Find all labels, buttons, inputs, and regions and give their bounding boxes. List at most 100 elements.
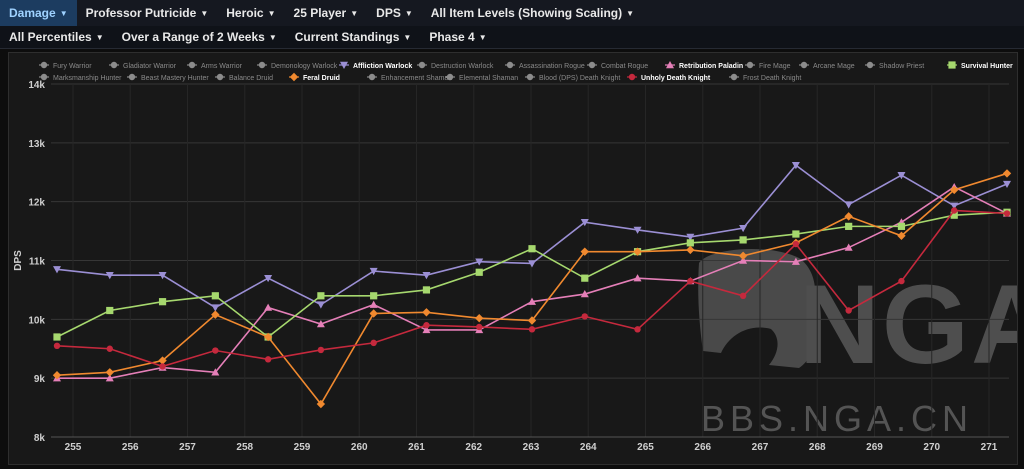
- data-point-feral-druid[interactable]: [686, 245, 695, 255]
- data-point-survival-hunter[interactable]: [686, 239, 694, 247]
- data-point-affliction-warlock[interactable]: [264, 274, 273, 283]
- data-point-unholy-death-knight[interactable]: [370, 339, 377, 347]
- legend-marker[interactable]: [730, 73, 738, 81]
- data-point-survival-hunter[interactable]: [581, 274, 589, 282]
- data-point-survival-hunter[interactable]: [317, 292, 325, 300]
- data-point-feral-druid[interactable]: [844, 212, 853, 221]
- legend-item-marksmanship-hunter[interactable]: Marksmanship Hunter: [53, 75, 122, 82]
- data-point-unholy-death-knight[interactable]: [53, 342, 61, 350]
- legend-item-arcane-mage[interactable]: Arcane Mage: [813, 63, 855, 70]
- data-point-unholy-death-knight[interactable]: [581, 313, 588, 320]
- legend-item-feral-druid[interactable]: Feral Druid: [303, 75, 340, 82]
- legend-item-demonology-warlock[interactable]: Demonology Warlock: [271, 63, 338, 70]
- data-point-unholy-death-knight[interactable]: [845, 307, 852, 314]
- data-point-feral-druid[interactable]: [369, 309, 378, 318]
- dropdown-25-player[interactable]: 25 Player ▼: [285, 0, 368, 26]
- data-point-feral-druid[interactable]: [475, 313, 484, 323]
- data-point-retribution-paladin[interactable]: [264, 303, 273, 311]
- dropdown-damage[interactable]: Damage ▼: [0, 0, 77, 26]
- data-point-unholy-death-knight[interactable]: [739, 292, 747, 299]
- legend-item-elemental-shaman[interactable]: Elemental Shaman: [459, 75, 518, 82]
- data-point-survival-hunter[interactable]: [53, 333, 61, 341]
- legend-marker[interactable]: [40, 61, 48, 69]
- legend-marker[interactable]: [128, 73, 136, 81]
- legend-marker[interactable]: [216, 73, 224, 81]
- dropdown-all-item-levels-showing-scaling[interactable]: All Item Levels (Showing Scaling) ▼: [422, 0, 643, 26]
- data-point-survival-hunter[interactable]: [897, 222, 906, 230]
- data-point-unholy-death-knight[interactable]: [423, 322, 430, 329]
- dropdown-dps[interactable]: DPS ▼: [367, 0, 422, 26]
- legend-marker[interactable]: [188, 61, 196, 69]
- filter-all-percentiles[interactable]: All Percentiles ▼: [0, 26, 113, 48]
- data-point-unholy-death-knight[interactable]: [317, 346, 325, 354]
- legend-marker[interactable]: [588, 61, 596, 69]
- legend-marker[interactable]: [506, 61, 514, 69]
- filter-over-a-range-of-2-weeks[interactable]: Over a Range of 2 Weeks ▼: [113, 26, 286, 48]
- legend-marker[interactable]: [418, 61, 426, 69]
- legend-marker[interactable]: [866, 61, 874, 69]
- data-point-unholy-death-knight[interactable]: [476, 323, 483, 331]
- legend-marker[interactable]: [746, 61, 754, 69]
- legend-item-fury-warrior[interactable]: Fury Warrior: [53, 63, 92, 70]
- legend-marker[interactable]: [40, 73, 48, 81]
- data-point-survival-hunter[interactable]: [845, 222, 853, 230]
- legend-item-combat-rogue[interactable]: Combat Rogue: [601, 63, 648, 70]
- data-point-affliction-warlock[interactable]: [844, 201, 853, 209]
- data-point-survival-hunter[interactable]: [792, 230, 800, 238]
- dropdown-heroic[interactable]: Heroic ▼: [217, 0, 284, 26]
- data-point-unholy-death-knight[interactable]: [264, 356, 272, 363]
- data-point-affliction-warlock[interactable]: [316, 301, 325, 309]
- legend-item-destruction-warlock[interactable]: Destruction Warlock: [431, 63, 494, 70]
- legend-marker[interactable]: [258, 61, 266, 69]
- data-point-unholy-death-knight[interactable]: [106, 345, 113, 352]
- legend-marker[interactable]: [446, 73, 454, 81]
- legend-item-enhancement-shaman[interactable]: Enhancement Shaman: [381, 75, 452, 82]
- data-point-unholy-death-knight[interactable]: [792, 240, 800, 248]
- data-point-feral-druid[interactable]: [1002, 169, 1012, 178]
- legend-item-affliction-warlock[interactable]: Affliction Warlock: [353, 63, 412, 70]
- legend-marker[interactable]: [526, 73, 534, 81]
- data-point-survival-hunter[interactable]: [106, 306, 114, 315]
- data-point-unholy-death-knight[interactable]: [898, 277, 905, 285]
- filter-current-standings[interactable]: Current Standings ▼: [286, 26, 421, 48]
- data-point-survival-hunter[interactable]: [528, 245, 536, 253]
- data-point-affliction-warlock[interactable]: [897, 171, 906, 180]
- data-point-feral-druid[interactable]: [105, 368, 114, 377]
- legend-marker[interactable]: [368, 73, 376, 81]
- data-point-unholy-death-knight[interactable]: [159, 363, 166, 370]
- data-point-survival-hunter[interactable]: [422, 286, 431, 294]
- data-point-unholy-death-knight[interactable]: [212, 347, 219, 354]
- data-point-unholy-death-knight[interactable]: [528, 326, 536, 333]
- data-point-retribution-paladin[interactable]: [369, 300, 378, 308]
- data-point-unholy-death-knight[interactable]: [687, 277, 694, 285]
- data-point-survival-hunter[interactable]: [370, 292, 378, 300]
- data-point-unholy-death-knight[interactable]: [634, 326, 641, 333]
- legend-item-unholy-death-knight[interactable]: Unholy Death Knight: [641, 75, 711, 82]
- legend-item-retribution-paladin[interactable]: Retribution Paladin: [679, 63, 743, 70]
- legend-item-frost-death-knight[interactable]: Frost Death Knight: [743, 75, 801, 82]
- data-point-unholy-death-knight[interactable]: [1003, 210, 1011, 217]
- legend-marker[interactable]: [110, 61, 118, 69]
- legend-item-gladiator-warrior[interactable]: Gladiator Warrior: [123, 63, 177, 70]
- filter-phase-4[interactable]: Phase 4 ▼: [420, 26, 495, 48]
- legend-marker[interactable]: [800, 61, 808, 69]
- data-point-feral-druid[interactable]: [422, 308, 431, 317]
- data-point-survival-hunter[interactable]: [739, 236, 747, 244]
- data-point-survival-hunter[interactable]: [158, 298, 167, 306]
- legend-item-arms-warrior[interactable]: Arms Warrior: [201, 63, 243, 70]
- legend-marker[interactable]: [289, 72, 299, 82]
- legend-marker[interactable]: [948, 61, 956, 69]
- data-point-survival-hunter[interactable]: [475, 268, 483, 276]
- legend-item-fire-mage[interactable]: Fire Mage: [759, 63, 791, 70]
- legend-item-beast-mastery-hunter[interactable]: Beast Mastery Hunter: [141, 75, 209, 82]
- data-point-retribution-paladin[interactable]: [844, 243, 853, 251]
- legend-item-survival-hunter[interactable]: Survival Hunter: [961, 63, 1013, 70]
- data-point-unholy-death-knight[interactable]: [951, 207, 958, 214]
- legend-item-assassination-rogue[interactable]: Assassination Rogue: [519, 63, 585, 70]
- dropdown-professor-putricide[interactable]: Professor Putricide ▼: [77, 0, 218, 26]
- legend-marker[interactable]: [628, 73, 636, 81]
- legend-item-shadow-priest[interactable]: Shadow Priest: [879, 63, 924, 70]
- legend-item-balance-druid[interactable]: Balance Druid: [229, 75, 273, 82]
- legend-item-blood-dps-death-knight[interactable]: Blood (DPS) Death Knight: [539, 75, 620, 82]
- data-point-survival-hunter[interactable]: [211, 292, 219, 300]
